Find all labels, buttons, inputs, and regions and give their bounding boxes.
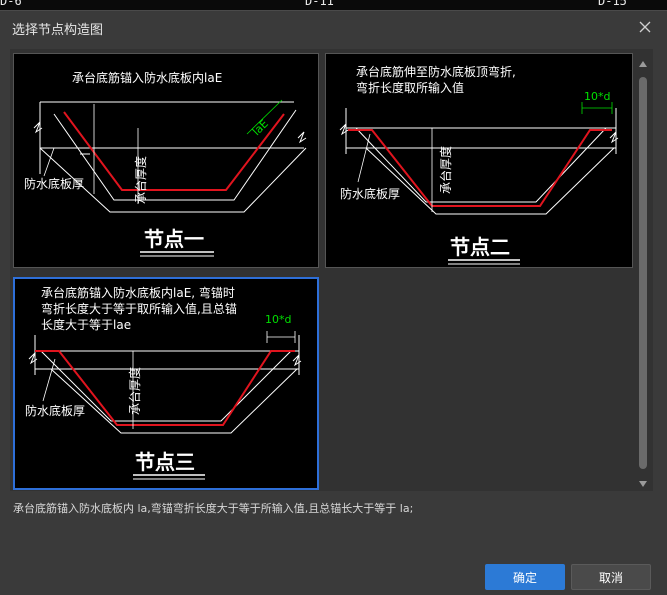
background-axis-label-right: D-15 — [598, 0, 627, 8]
node-2-caption-line-2: 弯折长度取所输入值 — [356, 80, 464, 95]
node-2-thickness-label: 承台厚度 — [438, 146, 453, 194]
node-card-1[interactable]: 承台底筋锚入防水底板内laE 承台厚度 laE 防水底板厚 节点一 — [13, 53, 319, 268]
node-3-caption-line-3: 长度大于等于lae — [41, 317, 131, 332]
scroll-down-arrow-icon[interactable] — [638, 479, 648, 489]
scrollbar-thumb[interactable] — [639, 77, 647, 469]
node-3-diagram: 承台底筋锚入防水底板内laE, 弯锚时 弯折长度大于等于取所输入值,且总锚 长度… — [25, 285, 302, 480]
node-3-dim-label: 10*d — [265, 313, 291, 326]
node-2-plate-label: 防水底板厚 — [340, 186, 400, 201]
scroll-up-arrow-icon[interactable] — [638, 59, 648, 69]
dialog-title: 选择节点构造图 — [12, 23, 104, 38]
node-3-caption-line-2: 弯折长度大于等于取所输入值,且总锚 — [41, 301, 237, 316]
node-1-title: 节点一 — [144, 227, 204, 251]
node-card-2[interactable]: 承台底筋伸至防水底板顶弯折, 弯折长度取所输入值 10*d 承台厚度 防水底板厚 — [325, 53, 633, 268]
node-1-thickness-label: 承台厚度 — [133, 156, 148, 204]
background-drawing-strip: D-6 D-11 D-15 — [0, 0, 667, 10]
node-3-plate-label: 防水底板厚 — [25, 403, 85, 418]
cancel-button[interactable]: 取消 — [571, 564, 651, 590]
ok-button[interactable]: 确定 — [485, 564, 565, 590]
node-select-dialog: 选择节点构造图 承台底筋锚入防水底板内laE 承台厚度 laE 防水底板厚 节点… — [0, 10, 667, 595]
node-2-caption-line-1: 承台底筋伸至防水底板顶弯折, — [356, 64, 516, 79]
node-1-plate-label: 防水底板厚 — [24, 176, 84, 191]
node-1-diagram: 承台底筋锚入防水底板内laE 承台厚度 laE 防水底板厚 节点一 — [24, 70, 307, 257]
node-description: 承台底筋锚入防水底板内 la,弯锚弯折长度大于等于所输入值,且总锚长大于等于 l… — [13, 502, 414, 515]
node-3-thickness-label: 承台厚度 — [127, 367, 142, 415]
close-button[interactable] — [635, 17, 655, 37]
node-3-title: 节点三 — [135, 450, 195, 474]
close-icon — [639, 21, 651, 33]
node-1-caption-line-1: 承台底筋锚入防水底板内laE — [72, 70, 222, 85]
node-card-3[interactable]: 承台底筋锚入防水底板内laE, 弯锚时 弯折长度大于等于取所输入值,且总锚 长度… — [13, 277, 319, 490]
dialog-titlebar: 选择节点构造图 — [0, 11, 667, 45]
node-2-dim-label: 10*d — [584, 90, 610, 103]
node-2-diagram: 承台底筋伸至防水底板顶弯折, 弯折长度取所输入值 10*d 承台厚度 防水底板厚 — [339, 64, 619, 265]
background-axis-label-left: D-6 — [0, 0, 22, 8]
gallery-scrollbar[interactable] — [638, 59, 648, 489]
node-3-caption-line-1: 承台底筋锚入防水底板内laE, 弯锚时 — [41, 285, 235, 300]
node-2-title: 节点二 — [450, 235, 510, 259]
background-axis-label-mid: D-11 — [305, 0, 334, 8]
node-gallery: 承台底筋锚入防水底板内laE 承台厚度 laE 防水底板厚 节点一 承台底筋伸至… — [10, 49, 653, 491]
